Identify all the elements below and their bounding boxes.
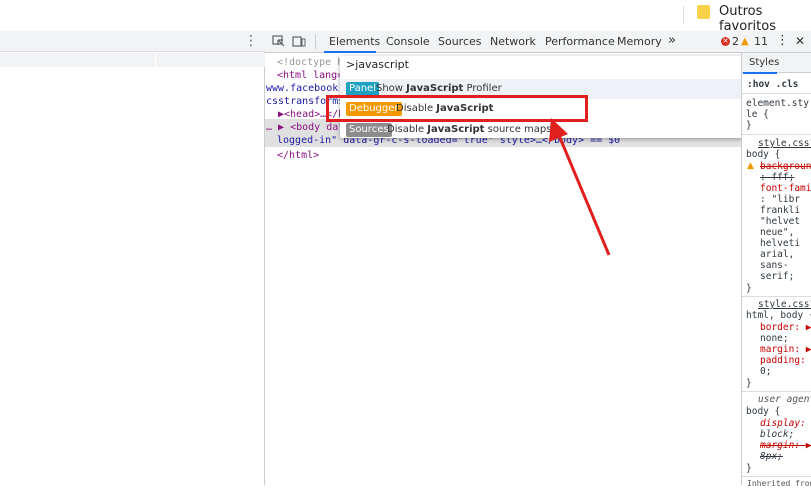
style-prop-background[interactable]: background bbox=[760, 161, 811, 172]
tab-sources[interactable]: Sources bbox=[438, 35, 482, 48]
style-selector-body: body { bbox=[746, 149, 781, 160]
style-divider bbox=[742, 476, 811, 477]
style-prop-display: display: bbox=[760, 418, 806, 429]
style-source-link[interactable]: style.css? bbox=[758, 138, 811, 149]
style-value-background[interactable]: : fff; bbox=[760, 172, 794, 183]
tab-divider bbox=[315, 34, 316, 49]
command-badge-sources: Sources bbox=[346, 123, 392, 137]
style-rule-close: } bbox=[746, 463, 752, 474]
style-rule-element: element.sty bbox=[746, 98, 809, 109]
command-text-profiler: Show JavaScript Profiler bbox=[376, 83, 502, 94]
dom-attr-text: www.facebook.c bbox=[266, 83, 351, 94]
style-divider bbox=[742, 134, 811, 135]
tab-styles[interactable]: Styles bbox=[749, 57, 779, 68]
dom-html-open[interactable]: <html lang=" bbox=[277, 70, 349, 81]
style-value-line: arial, bbox=[760, 249, 795, 260]
style-rule-close: } bbox=[746, 378, 752, 389]
style-source-link[interactable]: style.css? bbox=[758, 299, 811, 310]
style-selector-html-body: html, body { bbox=[746, 310, 811, 321]
style-value-line: "helvet bbox=[760, 216, 801, 227]
bookmark-folder-label[interactable]: Outros favoritos bbox=[719, 4, 811, 34]
highlight-box bbox=[326, 95, 588, 122]
warning-icon[interactable]: ▲ bbox=[741, 36, 749, 47]
bookmarks-bar bbox=[0, 0, 811, 31]
style-prop-margin[interactable]: margin: ▶ 0 bbox=[760, 344, 811, 355]
style-prop-border[interactable]: border: ▶ bbox=[760, 322, 811, 333]
warning-count[interactable]: 11 bbox=[754, 35, 768, 48]
tab-console[interactable]: Console bbox=[386, 35, 430, 48]
styles-filter-toggles[interactable]: :hov .cls bbox=[747, 79, 798, 90]
style-divider bbox=[742, 296, 811, 297]
page-header-strip bbox=[0, 31, 265, 52]
style-value-line: 8px; bbox=[760, 451, 783, 462]
style-value-line: sans- bbox=[760, 260, 789, 271]
page-menu-icon[interactable]: ⋮ bbox=[244, 33, 258, 49]
style-rule-close: } bbox=[746, 120, 752, 131]
inspect-element-icon[interactable] bbox=[272, 35, 286, 48]
device-toolbar-icon[interactable] bbox=[292, 35, 306, 48]
tab-performance[interactable]: Performance bbox=[545, 35, 615, 48]
style-selector-body-ua: body { bbox=[746, 406, 781, 417]
devtools-menu-icon[interactable]: ⋮ bbox=[776, 33, 789, 48]
error-count[interactable]: 2 bbox=[732, 35, 739, 48]
style-rule-close: } bbox=[746, 283, 752, 294]
page-viewport bbox=[0, 31, 265, 485]
style-value-line: neue", bbox=[760, 227, 795, 238]
tab-elements[interactable]: Elements bbox=[329, 35, 380, 48]
command-text-source-maps: Disable JavaScript source maps bbox=[387, 124, 552, 135]
style-divider bbox=[742, 391, 811, 392]
dom-doctype[interactable]: <!doctype ht bbox=[277, 57, 349, 68]
command-menu-input[interactable]: >javascript bbox=[346, 58, 736, 76]
style-value-line: none; bbox=[760, 333, 789, 344]
style-value-line: : "libr bbox=[760, 194, 801, 205]
tab-memory[interactable]: Memory bbox=[617, 35, 662, 48]
warning-icon: ▲ bbox=[747, 161, 754, 171]
style-prop-padding[interactable]: padding: ▶ bbox=[760, 355, 811, 366]
close-icon[interactable]: ✕ bbox=[795, 34, 805, 48]
style-source-ua: user agent bbox=[758, 394, 811, 405]
command-badge-panel: Panel bbox=[346, 82, 379, 96]
style-inherited-label: Inherited from bbox=[747, 479, 811, 488]
style-value-line: helveti bbox=[760, 238, 801, 249]
style-prop-margin-ua: margin: ▶ bbox=[760, 440, 811, 451]
more-tabs-icon[interactable]: » bbox=[668, 33, 676, 48]
page-content-row bbox=[0, 53, 265, 67]
style-value-line: block; bbox=[760, 429, 795, 440]
style-rule-element-open: le { bbox=[746, 109, 769, 120]
style-value-line: serif; bbox=[760, 271, 795, 282]
tab-network[interactable]: Network bbox=[490, 35, 536, 48]
folder-icon[interactable] bbox=[697, 5, 710, 19]
dom-html-close[interactable]: </html> bbox=[277, 150, 319, 161]
style-value-line: frankli bbox=[760, 205, 801, 216]
style-prop-font-family[interactable]: font-famil bbox=[760, 183, 811, 194]
error-icon[interactable]: ✕ bbox=[721, 37, 730, 46]
bookmarks-separator bbox=[683, 6, 684, 24]
command-item-source-maps[interactable]: Sources Disable JavaScript source maps bbox=[340, 120, 743, 140]
page-content-divider bbox=[155, 53, 156, 67]
style-value-line: 0; bbox=[760, 366, 772, 377]
